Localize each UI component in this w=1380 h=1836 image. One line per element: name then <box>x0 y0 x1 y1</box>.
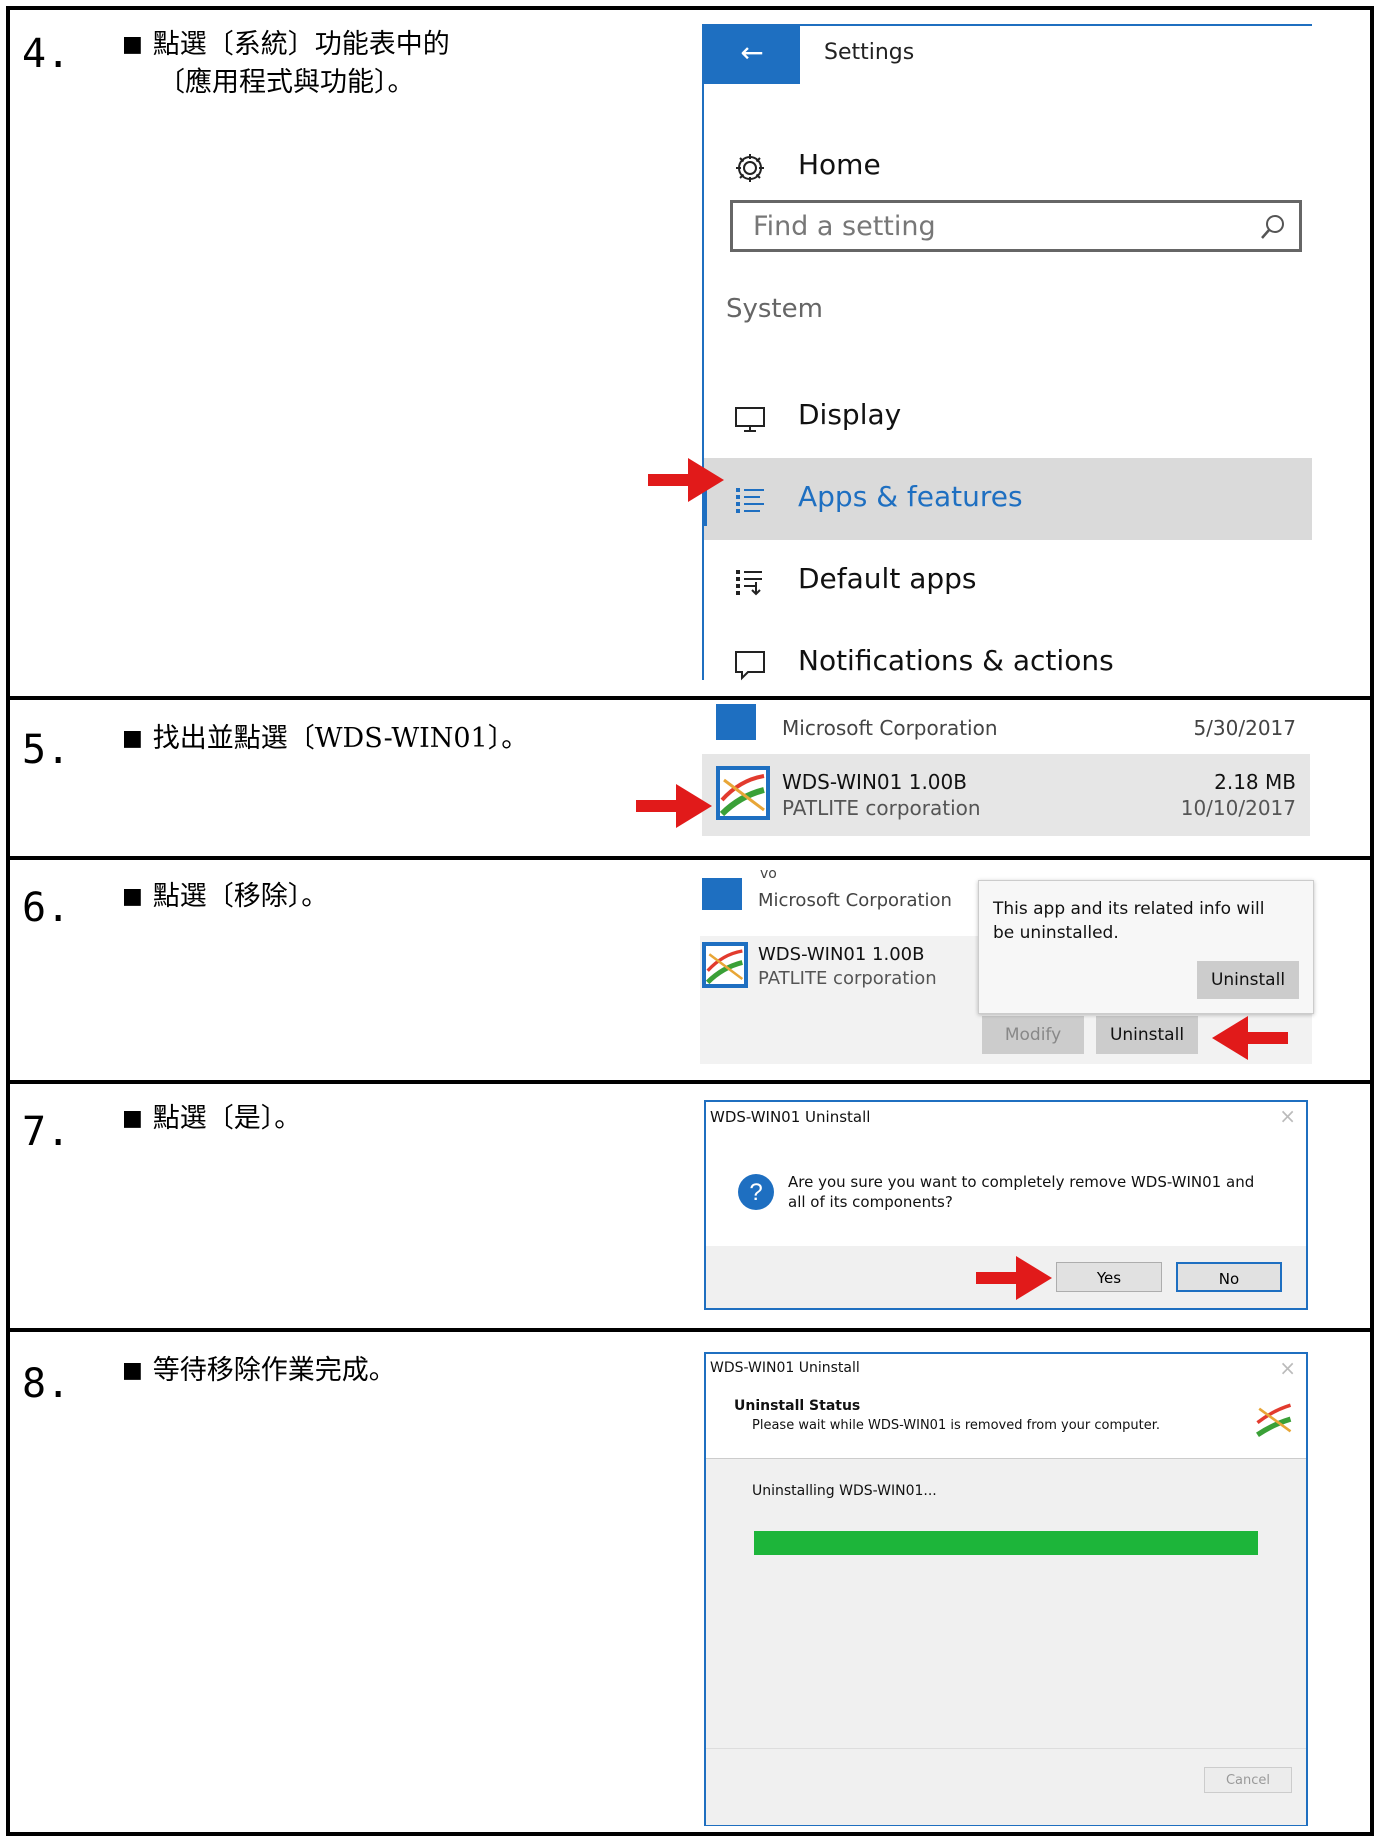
app-size: 2.18 MB <box>1214 770 1296 794</box>
list-item-wds-win01[interactable]: WDS-WIN01 1.00B 2.18 MB PATLITE corporat… <box>702 754 1310 836</box>
red-arrow-icon <box>976 1256 1052 1300</box>
search-placeholder: Find a setting <box>753 211 936 242</box>
monitor-icon <box>735 407 765 432</box>
nav-notifications[interactable]: Notifications & actions <box>704 622 1312 704</box>
message-icon <box>735 651 765 681</box>
wds-logo-icon <box>1256 1403 1292 1437</box>
svg-text:?: ? <box>749 1179 762 1206</box>
row-divider <box>6 856 1374 860</box>
uninstall-button[interactable]: Uninstall <box>1096 1016 1198 1054</box>
nav-display[interactable]: Display <box>704 376 1312 458</box>
search-icon <box>1261 215 1284 239</box>
popup-message: This app and its related info will be un… <box>993 899 1265 943</box>
wds-app-icon <box>702 942 748 988</box>
progress-text: Uninstalling WDS-WIN01... <box>752 1483 937 1499</box>
app-name: WDS-WIN01 1.00B <box>782 770 967 794</box>
red-arrow-icon <box>1212 1016 1288 1060</box>
red-arrow-icon <box>648 458 724 502</box>
nav-apps-features[interactable]: Apps & features <box>702 458 1312 540</box>
prev-publisher: Microsoft Corporation <box>758 890 952 911</box>
step-text: 點選〔移除〕。 <box>152 881 329 912</box>
prev-date: 5/30/2017 <box>1193 716 1296 740</box>
no-button[interactable]: No <box>1176 1262 1282 1292</box>
popup-uninstall-button[interactable]: Uninstall <box>1197 961 1299 999</box>
uninstall-status-dialog: WDS-WIN01 Uninstall × Uninstall Status P… <box>704 1352 1308 1826</box>
close-icon[interactable]: × <box>1279 1356 1296 1380</box>
microsoft-app-icon <box>716 704 756 740</box>
app-name: WDS-WIN01 1.00B <box>758 944 925 965</box>
step-number: 4. <box>22 31 71 77</box>
cancel-button[interactable]: Cancel <box>1204 1767 1292 1793</box>
dialog-message: Are you sure you want to completely remo… <box>788 1173 1255 1211</box>
dialog-title: WDS-WIN01 Uninstall <box>710 1108 871 1126</box>
bullet: ■ <box>122 1358 143 1383</box>
dialog-title: WDS-WIN01 Uninstall <box>710 1360 860 1376</box>
settings-header: ← Settings <box>704 24 1312 84</box>
row-divider <box>6 1080 1374 1084</box>
nav-display-label: Display <box>798 398 902 431</box>
step-number: 8. <box>22 1361 71 1407</box>
question-icon: ? <box>738 1174 774 1210</box>
step-number: 5. <box>22 727 71 773</box>
modify-button[interactable]: Modify <box>982 1016 1084 1054</box>
step-description: ■ 找出並點選〔WDS-WIN01〕。 <box>122 720 528 758</box>
nav-default-apps-label: Default apps <box>798 562 977 595</box>
dialog-body: Uninstalling WDS-WIN01... <box>706 1458 1306 1749</box>
dialog-footer: Cancel <box>706 1748 1306 1825</box>
nav-apps-label: Apps & features <box>798 480 1023 513</box>
nav-default-apps[interactable]: Default apps <box>704 540 1312 622</box>
bullet: ■ <box>122 1106 143 1131</box>
yes-button[interactable]: Yes <box>1056 1262 1162 1292</box>
red-arrow-icon <box>636 784 712 828</box>
apps-list-icon <box>736 488 764 513</box>
step-text: 等待移除作業完成。 <box>152 1355 396 1386</box>
step-text-line2: 〔應用程式與功能〕。 <box>158 67 415 98</box>
step-description: ■ 點選〔系統〕功能表中的 〔應用程式與功能〕。 <box>122 26 450 102</box>
step-text-line1: 點選〔系統〕功能表中的 <box>152 29 450 60</box>
progress-bar <box>754 1531 1258 1555</box>
progress-fill <box>754 1531 1258 1555</box>
nav-notifications-label: Notifications & actions <box>798 644 1114 677</box>
uninstall-confirm-popup: This app and its related info will be un… <box>978 880 1314 1014</box>
app-date: 10/10/2017 <box>1180 796 1296 820</box>
settings-title: Settings <box>824 40 915 65</box>
bullet: ■ <box>122 884 143 909</box>
prev-app-title: vo <box>760 866 777 882</box>
status-heading: Uninstall Status <box>734 1398 861 1414</box>
step-description: ■ 等待移除作業完成。 <box>122 1352 396 1390</box>
app-publisher: PATLITE corporation <box>758 968 937 989</box>
settings-panel: ← Settings Home Find a setting System Di… <box>702 24 1312 681</box>
step-text: 找出並點選〔WDS-WIN01〕。 <box>152 723 529 754</box>
step-description: ■ 點選〔是〕。 <box>122 1100 301 1138</box>
back-button[interactable]: ← <box>704 26 800 84</box>
default-apps-icon <box>736 570 762 596</box>
section-label: System <box>726 294 823 324</box>
nav-home-label: Home <box>798 148 881 181</box>
bullet: ■ <box>122 726 143 751</box>
step-text: 點選〔是〕。 <box>152 1103 302 1134</box>
search-input[interactable]: Find a setting <box>730 200 1302 252</box>
microsoft-app-icon <box>702 878 742 910</box>
app-publisher: PATLITE corporation <box>782 796 981 820</box>
prev-publisher: Microsoft Corporation <box>782 716 998 740</box>
step-number: 7. <box>22 1109 71 1155</box>
wds-app-icon <box>716 766 770 820</box>
status-subtitle: Please wait while WDS-WIN01 is removed f… <box>752 1418 1161 1433</box>
step-number: 6. <box>22 885 71 931</box>
bullet: ■ <box>122 32 143 57</box>
app-list: Microsoft Corporation 5/30/2017 WDS-WIN0… <box>702 704 1310 836</box>
nav-home[interactable]: Home <box>704 126 1312 208</box>
gear-icon <box>736 154 764 182</box>
row-divider <box>6 1328 1374 1332</box>
close-icon[interactable]: × <box>1279 1104 1296 1128</box>
step-description: ■ 點選〔移除〕。 <box>122 878 328 916</box>
